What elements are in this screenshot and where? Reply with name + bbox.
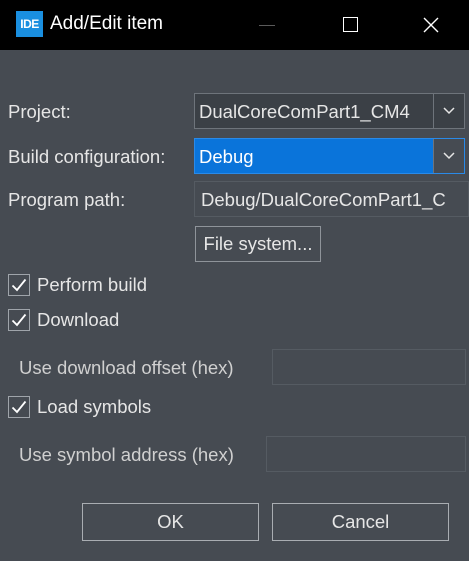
close-icon: [423, 17, 439, 33]
minimize-button[interactable]: [243, 0, 291, 50]
window-title: Add/Edit item: [50, 13, 163, 34]
program-path-value: Debug/DualCoreComPart1_C: [201, 189, 446, 210]
project-label: Project:: [8, 101, 71, 122]
perform-build-label: Perform build: [37, 274, 148, 295]
project-select-value: DualCoreComPart1_CM4: [199, 101, 410, 122]
ok-button[interactable]: OK: [82, 503, 259, 541]
perform-build-checkbox[interactable]: [8, 274, 30, 296]
build-configuration-arrow[interactable]: [433, 139, 464, 173]
chevron-down-icon: [443, 152, 455, 160]
download-offset-input[interactable]: [272, 349, 466, 385]
project-select[interactable]: DualCoreComPart1_CM4: [194, 93, 465, 129]
load-symbols-checkbox[interactable]: [8, 396, 30, 418]
download-checkbox[interactable]: [8, 309, 30, 331]
app-icon: IDE: [16, 11, 43, 37]
build-configuration-value: Debug: [199, 146, 254, 167]
load-symbols-label: Load symbols: [37, 396, 152, 417]
check-icon: [11, 313, 27, 327]
program-path-input[interactable]: Debug/DualCoreComPart1_C: [194, 181, 469, 217]
build-configuration-label: Build configuration:: [8, 146, 166, 167]
chevron-down-icon: [443, 107, 455, 115]
cancel-button[interactable]: Cancel: [272, 503, 449, 541]
close-button[interactable]: [407, 0, 455, 50]
symbol-address-label: Use symbol address (hex): [19, 444, 234, 465]
maximize-button[interactable]: [326, 0, 374, 50]
check-icon: [11, 400, 27, 414]
check-icon: [11, 278, 27, 292]
build-configuration-select[interactable]: Debug: [194, 138, 465, 174]
project-select-arrow[interactable]: [433, 94, 464, 128]
file-system-button[interactable]: File system...: [195, 226, 321, 262]
symbol-address-input[interactable]: [266, 436, 466, 472]
download-offset-label: Use download offset (hex): [19, 357, 234, 378]
title-bar: IDE Add/Edit item: [0, 0, 469, 50]
program-path-label: Program path:: [8, 189, 126, 210]
download-label: Download: [37, 309, 120, 330]
